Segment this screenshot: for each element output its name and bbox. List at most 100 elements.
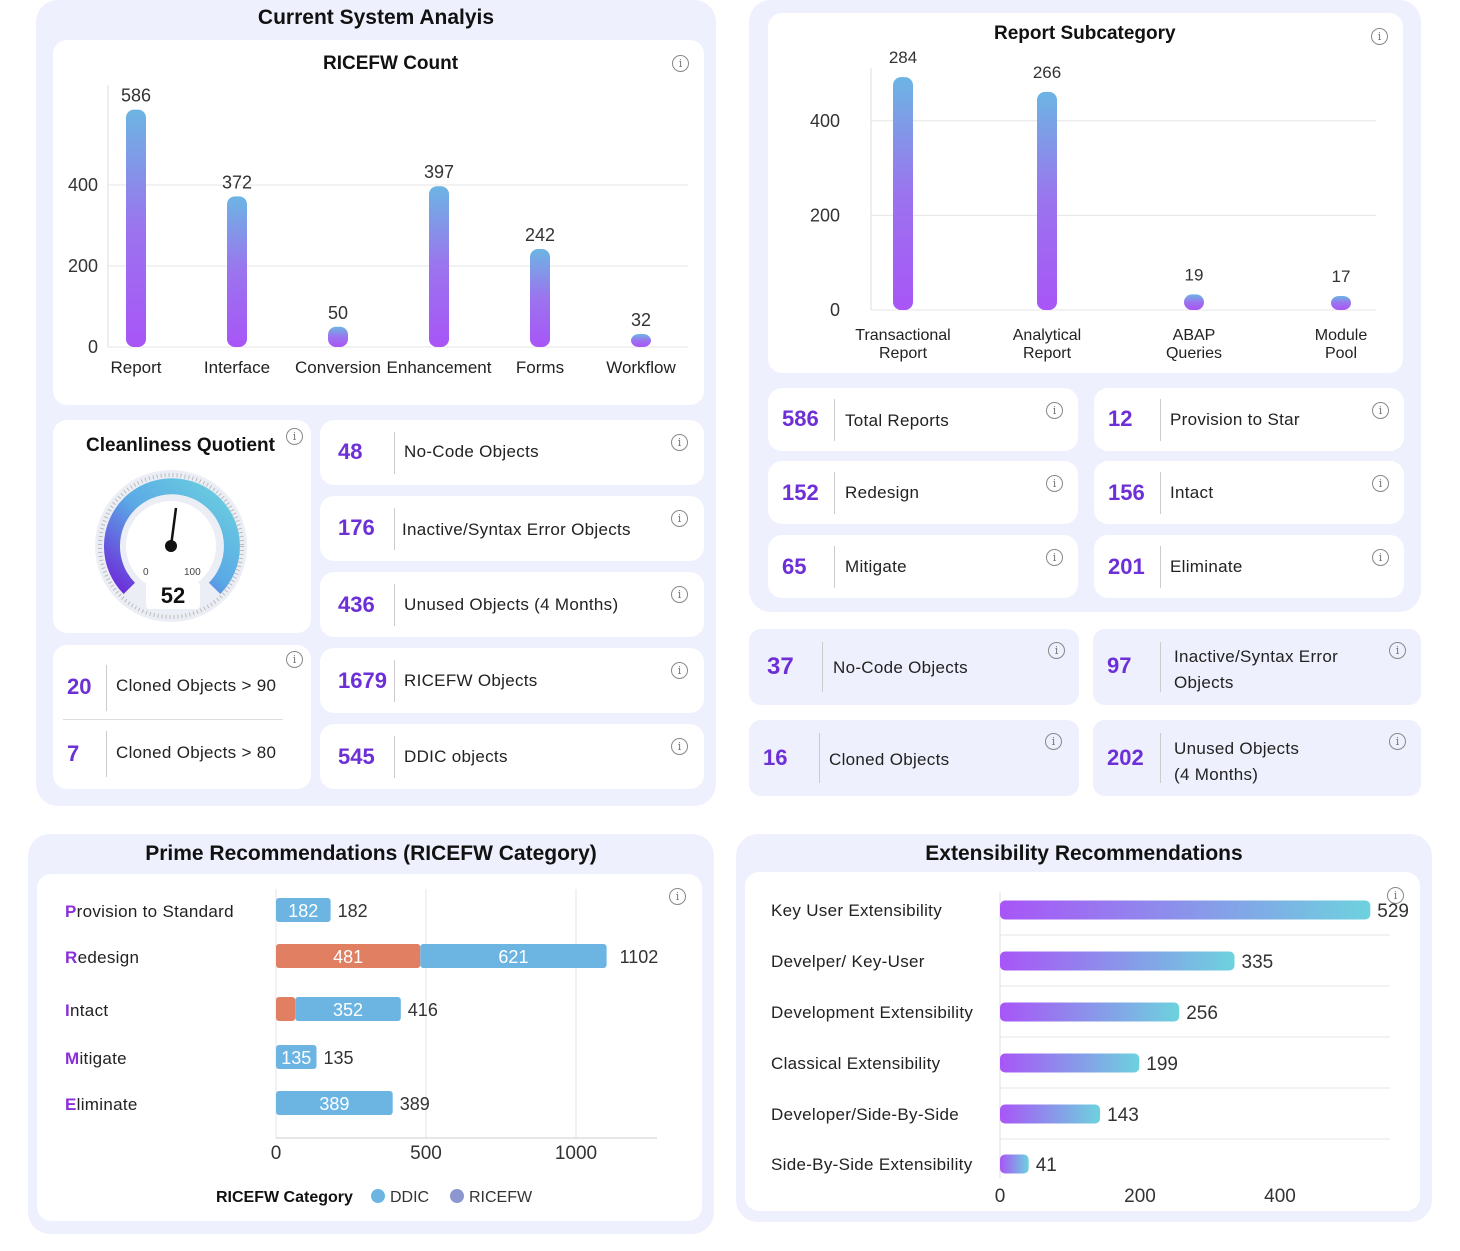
cloned-90-value: 20 <box>67 674 92 699</box>
data-label: 41 <box>1036 1155 1057 1176</box>
bar <box>1000 1002 1180 1022</box>
x-tick-label: 1000 <box>555 1143 597 1164</box>
info-icon[interactable]: i <box>1048 642 1065 659</box>
stat-value: 65 <box>782 554 807 579</box>
segment-label: 135 <box>281 1048 311 1068</box>
report-inactive-card[interactable]: 97 Inactive/Syntax Error Objects i <box>1093 629 1421 705</box>
data-label: 199 <box>1146 1054 1178 1075</box>
category-label: Development Extensibility <box>771 1003 973 1022</box>
segment-label: 621 <box>498 947 528 967</box>
divider <box>394 736 395 778</box>
info-icon[interactable]: i <box>671 510 688 527</box>
stat-value: 16 <box>763 745 788 770</box>
data-label: 32 <box>631 310 651 330</box>
report-card-intact[interactable]: 156 Intact i <box>1094 461 1404 524</box>
stat-label: Intact <box>1170 483 1214 502</box>
category-label: Developer/Side-By-Side <box>771 1105 959 1124</box>
data-label: 242 <box>525 225 555 245</box>
stat-label-line1: Inactive/Syntax Error <box>1174 647 1339 666</box>
bar-segment <box>276 997 296 1021</box>
info-icon[interactable]: i <box>1389 733 1406 750</box>
system-analysis-panel: Current System Analyis RICEFW Count i 02… <box>36 0 716 806</box>
stat-label: Inactive/Syntax Error Objects <box>402 520 631 539</box>
info-icon[interactable]: i <box>671 662 688 679</box>
report-card-eliminate[interactable]: 201 Eliminate i <box>1094 535 1404 598</box>
x-tick-label: Report <box>110 358 161 377</box>
x-tick-label: Pool <box>1325 345 1357 362</box>
stat-label-line1: Unused Objects <box>1174 739 1300 758</box>
category-label: Mitigate <box>65 1049 127 1068</box>
info-icon[interactable]: i <box>1389 642 1406 659</box>
data-label: 586 <box>121 86 151 106</box>
x-tick-label: 400 <box>1264 1186 1296 1207</box>
x-tick-label: Transactional <box>855 327 950 344</box>
bar <box>227 196 247 347</box>
ricefw-objects-card[interactable]: 1679 RICEFW Objects i <box>320 648 704 713</box>
category-label: Key User Extensibility <box>771 901 942 920</box>
total-label: 416 <box>408 1000 438 1020</box>
info-icon[interactable]: i <box>1045 733 1062 750</box>
info-icon[interactable]: i <box>671 434 688 451</box>
x-tick-label: Interface <box>204 358 270 377</box>
inactive-card[interactable]: 176 Inactive/Syntax Error Objects i <box>320 496 704 561</box>
category-label: Redesign <box>65 948 139 967</box>
data-label: 266 <box>1033 63 1061 82</box>
stat-label: Mitigate <box>845 557 907 576</box>
stat-label: Eliminate <box>1170 557 1243 576</box>
x-tick-label: Conversion <box>295 358 381 377</box>
info-icon[interactable]: i <box>1046 475 1063 492</box>
info-icon[interactable]: i <box>1372 475 1389 492</box>
ddic-objects-card[interactable]: 545 DDIC objects i <box>320 724 704 789</box>
data-label: 256 <box>1186 1003 1218 1024</box>
legend-ricefw-label: RICEFW <box>469 1189 533 1206</box>
segment-label: 481 <box>333 947 363 967</box>
report-subcategory-card: Report Subcategory i 0 200 400 284 Transacti… <box>768 13 1403 373</box>
legend-ddic-swatch <box>371 1189 385 1203</box>
prime-chart: 0 500 1000 Provision to Standard 182 182 Redes… <box>65 889 658 1206</box>
stat-label-line2: (4 Months) <box>1174 765 1259 784</box>
report-card-provision[interactable]: 12 Provision to Star i <box>1094 388 1404 451</box>
x-tick-label: Forms <box>516 358 564 377</box>
total-label: 389 <box>400 1094 430 1114</box>
divider <box>819 733 820 783</box>
bar <box>126 109 146 347</box>
cloned-objects-card: i 20 Cloned Objects > 90 7 Cloned Object… <box>53 645 311 789</box>
report-card-total[interactable]: 586 Total Reports i <box>768 388 1078 451</box>
extensibility-panel: Extensibility Recommendations i 0 200 400 K… <box>736 834 1432 1222</box>
unused-card[interactable]: 436 Unused Objects (4 Months) i <box>320 572 704 637</box>
stat-value: 156 <box>1108 480 1145 505</box>
info-icon[interactable]: i <box>671 738 688 755</box>
no-code-card[interactable]: 48 No-Code Objects i <box>320 420 704 485</box>
data-label: 50 <box>328 303 348 323</box>
stat-label: Redesign <box>845 483 920 502</box>
bar <box>1000 900 1371 920</box>
bar <box>328 326 348 347</box>
report-card-redesign[interactable]: 152 Redesign i <box>768 461 1078 524</box>
stat-value: 1679 <box>338 668 387 693</box>
bar <box>893 77 913 311</box>
category-label: Provision to Standard <box>65 902 234 921</box>
info-icon[interactable]: i <box>1372 402 1389 419</box>
divider <box>394 584 395 626</box>
report-unused-card[interactable]: 202 Unused Objects (4 Months) i <box>1093 720 1421 796</box>
report-card-mitigate[interactable]: 65 Mitigate i <box>768 535 1078 598</box>
stat-label: RICEFW Objects <box>404 671 538 690</box>
bar <box>1184 294 1204 310</box>
x-tick-label: Module <box>1315 327 1368 344</box>
data-label: 143 <box>1107 1105 1139 1126</box>
info-icon[interactable]: i <box>671 586 688 603</box>
y-tick-label: 400 <box>68 175 98 195</box>
info-icon[interactable]: i <box>1046 402 1063 419</box>
info-icon[interactable]: i <box>1372 549 1389 566</box>
report-nocode-card[interactable]: 37 No-Code Objects i <box>749 629 1079 705</box>
info-icon[interactable]: i <box>286 651 303 668</box>
stat-value: 152 <box>782 480 819 505</box>
x-tick-label: 500 <box>410 1143 442 1164</box>
x-tick-label: Queries <box>1166 345 1222 362</box>
divider <box>106 665 107 711</box>
x-tick-label: Enhancement <box>387 358 492 377</box>
info-icon[interactable]: i <box>1046 549 1063 566</box>
data-label: 529 <box>1377 901 1409 922</box>
prime-title: Prime Recommendations (RICEFW Category) <box>145 842 597 865</box>
report-cloned-card[interactable]: 16 Cloned Objects i <box>749 720 1079 796</box>
